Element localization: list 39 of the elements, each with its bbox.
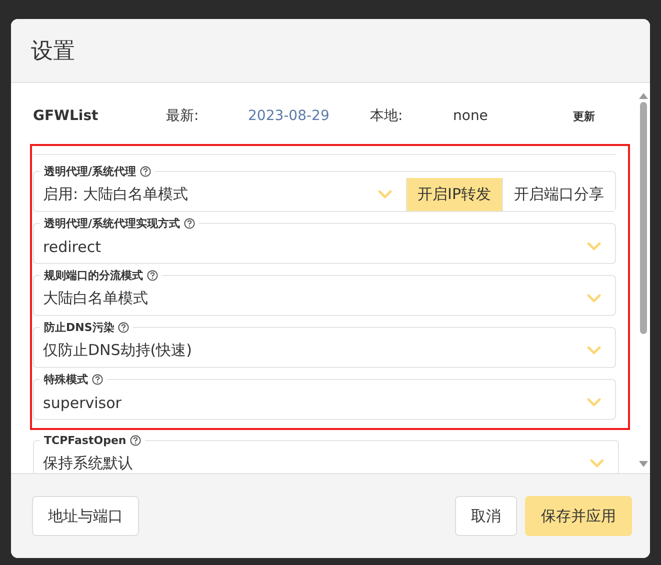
help-icon[interactable] [184,218,196,229]
latest-date: 2023-08-29 [248,108,330,124]
help-icon[interactable] [147,270,158,281]
select-box[interactable]: 保持系统默认 [34,447,618,473]
field-label: 特殊模式 [44,373,88,386]
select-box[interactable]: supervisor [34,386,615,419]
list-name: GFWList [33,108,100,124]
field-label: 透明代理/系统代理实现方式 [44,217,180,230]
field-label: 规则端口的分流模式 [44,269,143,282]
select-box[interactable]: 仅防止DNS劫持(快速) [34,334,615,367]
chevron-icon [587,294,601,303]
scrollbar-thumb[interactable] [640,102,647,334]
scroll-up-icon[interactable] [639,93,648,99]
address-port-button[interactable]: 地址与端口 [32,496,139,536]
select-box[interactable]: redirect [34,230,615,263]
field-label: TCPFastOpen [44,434,126,447]
select-box[interactable]: 大陆白名单模式 [34,282,615,315]
local-label: 本地: [370,107,404,125]
chevron-icon [378,190,392,199]
scroll-down-icon[interactable] [639,461,648,467]
chevron-icon [587,242,601,251]
help-icon[interactable] [92,374,103,385]
cancel-button[interactable]: 取消 [455,496,517,536]
help-icon[interactable] [118,322,130,333]
toggle-button[interactable]: 开启IP转发 [406,178,502,211]
latest-label: 最新: [166,107,200,125]
update-button[interactable]: 更新 [573,108,595,124]
chevron-icon [590,459,604,468]
help-icon[interactable] [130,435,142,446]
chevron-icon [587,398,601,407]
toggle-button[interactable]: 开启端口分享 [502,178,615,211]
field-label: 防止DNS污染 [44,321,114,334]
chevron-icon [587,346,601,355]
help-icon[interactable] [140,166,152,177]
dialog-title: 设置 [31,38,75,66]
save-apply-button[interactable]: 保存并应用 [525,496,632,536]
local-version: none [453,108,489,124]
select-box[interactable]: 启用: 大陆白名单模式 [34,178,406,211]
field-label: 透明代理/系统代理 [44,165,136,178]
